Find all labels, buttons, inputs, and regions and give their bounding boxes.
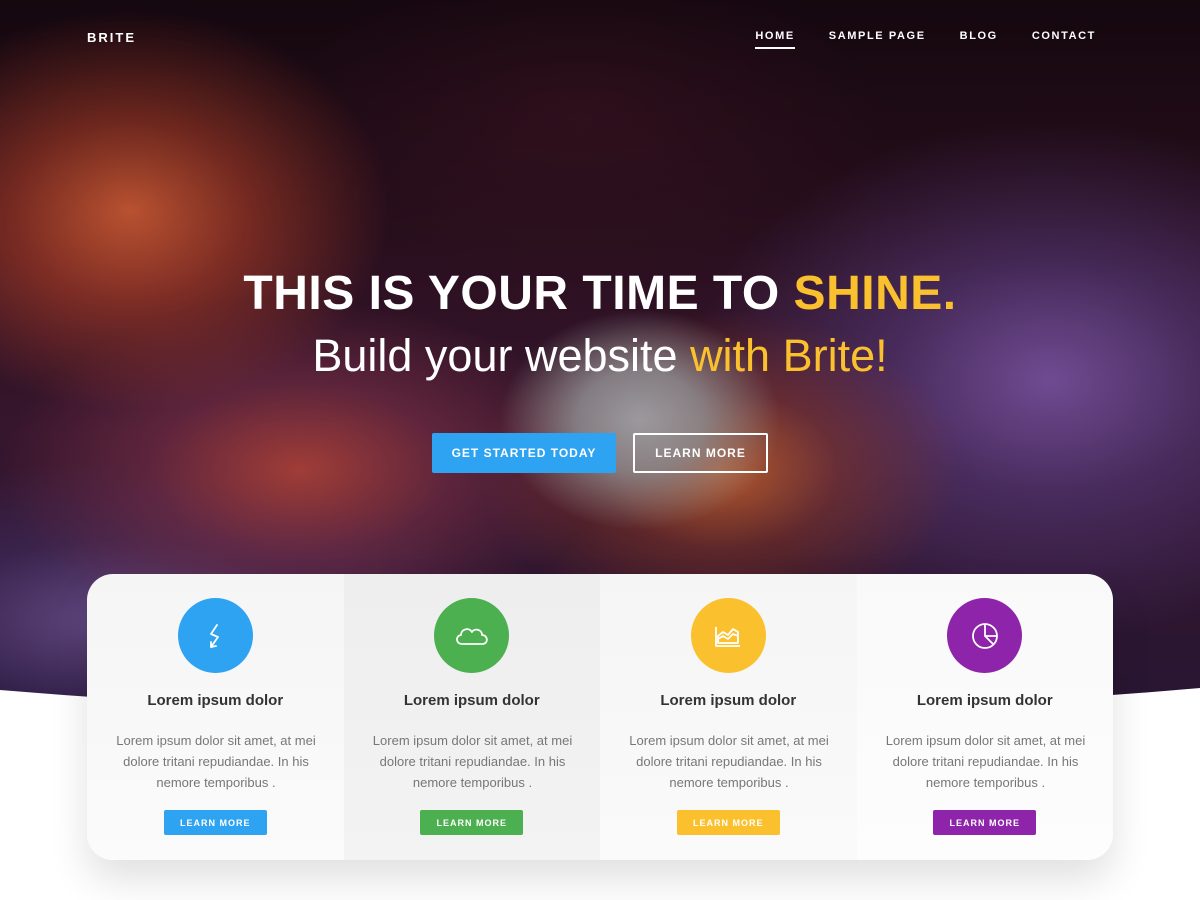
feature-text: Lorem ipsum dolor sit amet, at mei dolor… <box>372 733 573 790</box>
feature-learn-more-button[interactable]: LEARN MORE <box>163 810 267 835</box>
cloud-icon <box>434 598 510 673</box>
nav-item-home[interactable]: HOME <box>755 30 795 49</box>
main-nav: HOME SAMPLE PAGE BLOG CONTACT <box>755 30 1096 49</box>
bolt-icon <box>177 598 253 673</box>
feature-title: Lorem ipsum dolor <box>916 692 1053 709</box>
feature-learn-more-button[interactable]: LEARN MORE <box>676 810 780 835</box>
learn-more-button[interactable]: LEARN MORE <box>633 433 768 473</box>
nav-item-sample-page[interactable]: SAMPLE PAGE <box>829 30 926 49</box>
feature-card: Lorem ipsum dolor Lorem ipsum dolor sit … <box>600 574 857 860</box>
hero-subline-accent: with Brite! <box>690 330 888 381</box>
hero-headline: THIS IS YOUR TIME TO SHINE. <box>0 266 1200 321</box>
get-started-button[interactable]: GET STARTED TODAY <box>432 433 616 473</box>
feature-learn-more-button[interactable]: LEARN MORE <box>933 810 1037 835</box>
hero-subline: Build your website with Brite! <box>0 330 1200 382</box>
site-logo[interactable]: BRITE <box>87 30 136 45</box>
pie-chart-icon <box>947 598 1023 673</box>
area-chart-icon <box>690 598 766 673</box>
feature-card: Lorem ipsum dolor Lorem ipsum dolor sit … <box>856 574 1113 860</box>
feature-title: Lorem ipsum dolor <box>660 692 797 709</box>
feature-title: Lorem ipsum dolor <box>403 692 540 709</box>
feature-card: Lorem ipsum dolor Lorem ipsum dolor sit … <box>87 574 344 860</box>
feature-text: Lorem ipsum dolor sit amet, at mei dolor… <box>629 733 829 790</box>
nav-item-blog[interactable]: BLOG <box>960 30 998 49</box>
feature-learn-more-button[interactable]: LEARN MORE <box>420 810 524 835</box>
feature-title: Lorem ipsum dolor <box>147 692 284 709</box>
feature-text: Lorem ipsum dolor sit amet, at mei dolor… <box>116 733 316 790</box>
hero-headline-main: THIS IS YOUR TIME TO <box>243 267 794 320</box>
feature-cards: Lorem ipsum dolor Lorem ipsum dolor sit … <box>87 574 1113 860</box>
nav-item-contact[interactable]: CONTACT <box>1032 30 1096 49</box>
feature-card: Lorem ipsum dolor Lorem ipsum dolor sit … <box>343 574 600 860</box>
feature-text: Lorem ipsum dolor sit amet, at mei dolor… <box>885 733 1086 790</box>
hero-headline-accent: SHINE. <box>793 267 957 320</box>
hero-subline-main: Build your website <box>312 330 691 381</box>
